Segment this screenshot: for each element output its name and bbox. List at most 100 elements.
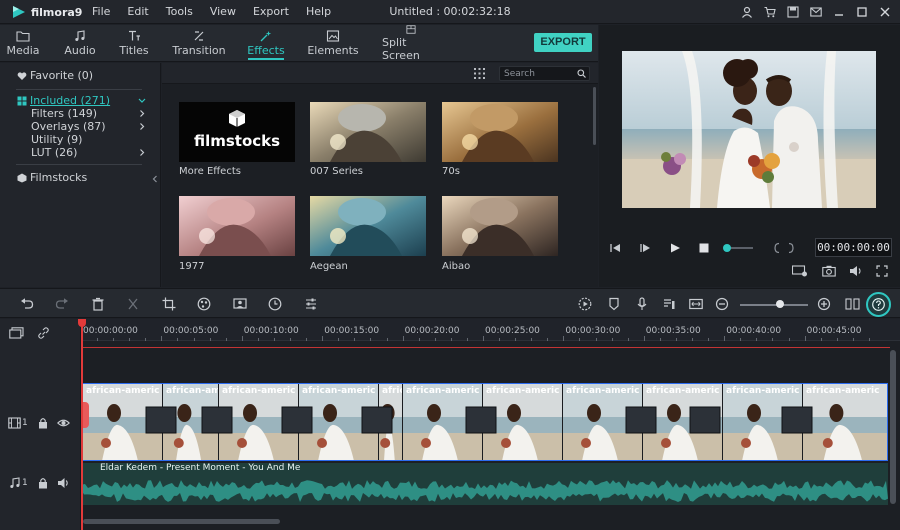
audio-mixer-icon[interactable] (304, 297, 318, 311)
zoom-slider-knob[interactable] (776, 300, 784, 308)
collapse-panel-icon[interactable] (152, 175, 158, 183)
menu-tools[interactable]: Tools (166, 0, 202, 24)
color-tuning-icon[interactable] (197, 297, 211, 311)
preview-image (622, 51, 876, 208)
playback-slider-knob[interactable] (723, 244, 731, 252)
transition-marker[interactable] (689, 406, 721, 434)
tab-transition[interactable]: Transition (172, 25, 226, 62)
category-filmstocks[interactable]: Filmstocks (17, 171, 146, 184)
tab-audio[interactable]: Audio (63, 25, 97, 62)
menu-file[interactable]: File (92, 0, 119, 24)
clip-title: african-americ (566, 386, 639, 396)
speaker-icon[interactable] (57, 477, 70, 489)
tab-media[interactable]: Media (6, 25, 40, 62)
undo-icon[interactable] (20, 297, 34, 311)
effect-thumbnail-more-effects[interactable]: filmstocks (179, 102, 295, 162)
transition-marker[interactable] (625, 406, 657, 434)
audio-track[interactable]: Eldar Kedem - Present Moment - You And M… (82, 463, 888, 505)
category-lut[interactable]: LUT (26) (31, 146, 146, 159)
tab-elements[interactable]: Elements (307, 25, 359, 62)
track-trim-handle[interactable] (82, 402, 89, 428)
cart-icon[interactable] (763, 5, 777, 19)
play-pause-icon[interactable] (639, 242, 651, 254)
link-icon[interactable] (37, 327, 50, 339)
transition-marker[interactable] (145, 406, 177, 434)
lock-icon[interactable] (38, 477, 48, 489)
play-icon[interactable] (669, 242, 681, 254)
tab-effects[interactable]: Effects (246, 25, 286, 62)
zoom-in-icon[interactable] (817, 297, 831, 311)
add-track-icon[interactable] (9, 327, 24, 339)
transition-marker[interactable] (781, 406, 813, 434)
category-utility[interactable]: Utility (9) (31, 133, 146, 146)
user-icon[interactable] (740, 5, 754, 19)
zoom-out-icon[interactable] (715, 297, 729, 311)
zoom-slider-track[interactable] (740, 304, 808, 306)
lock-icon[interactable] (38, 417, 48, 429)
transition-marker[interactable] (465, 406, 497, 434)
playhead-handle[interactable] (78, 319, 86, 327)
timeline-ruler[interactable]: 00:00:00:00 00:00:05:00 00:00:10:00 00:00:1… (81, 319, 900, 341)
category-included[interactable]: Included (271) (17, 94, 146, 107)
search-icon[interactable] (577, 69, 586, 78)
ruler-time-label: 00:00:05:00 (163, 326, 219, 336)
eye-icon[interactable] (57, 417, 70, 429)
close-icon[interactable] (878, 5, 892, 19)
audio-ducking-icon[interactable] (662, 297, 676, 311)
split-screen-tool-icon[interactable] (689, 297, 703, 311)
snapshot-icon[interactable] (822, 265, 836, 277)
timeline-vertical-scrollbar[interactable] (890, 350, 896, 504)
menu-edit[interactable]: Edit (127, 0, 157, 24)
video-track[interactable]: african-americ african-americ african-amer… (82, 383, 888, 461)
timeline-horizontal-scrollbar[interactable] (83, 519, 280, 524)
effect-thumbnail-70s[interactable] (442, 102, 558, 162)
effect-thumbnail-007-series[interactable] (310, 102, 426, 162)
grid-scrollbar[interactable] (593, 87, 596, 145)
playhead[interactable] (81, 319, 83, 530)
delete-icon[interactable] (91, 297, 105, 311)
transition-marker[interactable] (361, 406, 393, 434)
save-icon[interactable] (786, 5, 800, 19)
help-button[interactable] (866, 292, 891, 317)
effect-thumbnail-aibao[interactable] (442, 196, 558, 256)
tab-titles[interactable]: Titles (117, 25, 151, 62)
cut-icon[interactable] (126, 297, 140, 311)
stop-icon[interactable] (698, 242, 710, 254)
ruler-tick (611, 338, 613, 341)
mark-in-icon[interactable] (771, 242, 783, 254)
effect-thumbnail-1977[interactable] (179, 196, 295, 256)
category-overlays[interactable]: Overlays (87) (31, 120, 146, 133)
grid-view-icon[interactable] (474, 68, 485, 79)
fullscreen-icon[interactable] (876, 265, 888, 277)
minimize-icon[interactable] (832, 5, 846, 19)
search-input[interactable] (504, 68, 574, 80)
transition-marker[interactable] (281, 406, 313, 434)
menu-help[interactable]: Help (306, 0, 340, 24)
transition-marker[interactable] (201, 406, 233, 434)
maximize-icon[interactable] (855, 5, 869, 19)
category-filters[interactable]: Filters (149) (31, 107, 146, 120)
tab-audio-label: Audio (64, 44, 96, 57)
render-settings-icon[interactable] (792, 265, 808, 277)
effect-thumbnail-aegean[interactable] (310, 196, 426, 256)
crop-icon[interactable] (162, 297, 176, 311)
green-screen-icon[interactable] (233, 297, 247, 311)
effect-preview-image (179, 196, 295, 256)
mail-icon[interactable] (809, 5, 823, 19)
marker-icon[interactable] (607, 297, 621, 311)
video-clip[interactable]: african-americ (802, 383, 888, 461)
menu-view[interactable]: View (210, 0, 245, 24)
category-favorite[interactable]: Favorite (0) (17, 69, 146, 82)
category-filters-label: Filters (149) (31, 107, 98, 120)
timeline-layout-icon[interactable] (845, 297, 860, 311)
redo-icon[interactable] (55, 297, 69, 311)
volume-icon[interactable] (849, 265, 863, 277)
mark-out-icon[interactable] (785, 242, 797, 254)
render-preview-icon[interactable] (578, 297, 592, 311)
duration-icon[interactable] (268, 297, 282, 311)
menu-export[interactable]: Export (253, 0, 298, 24)
voiceover-icon[interactable] (635, 297, 649, 311)
tab-split-screen[interactable]: Split Screen (382, 25, 440, 62)
previous-frame-icon[interactable] (609, 242, 621, 254)
export-button[interactable]: EXPORT (534, 33, 592, 52)
